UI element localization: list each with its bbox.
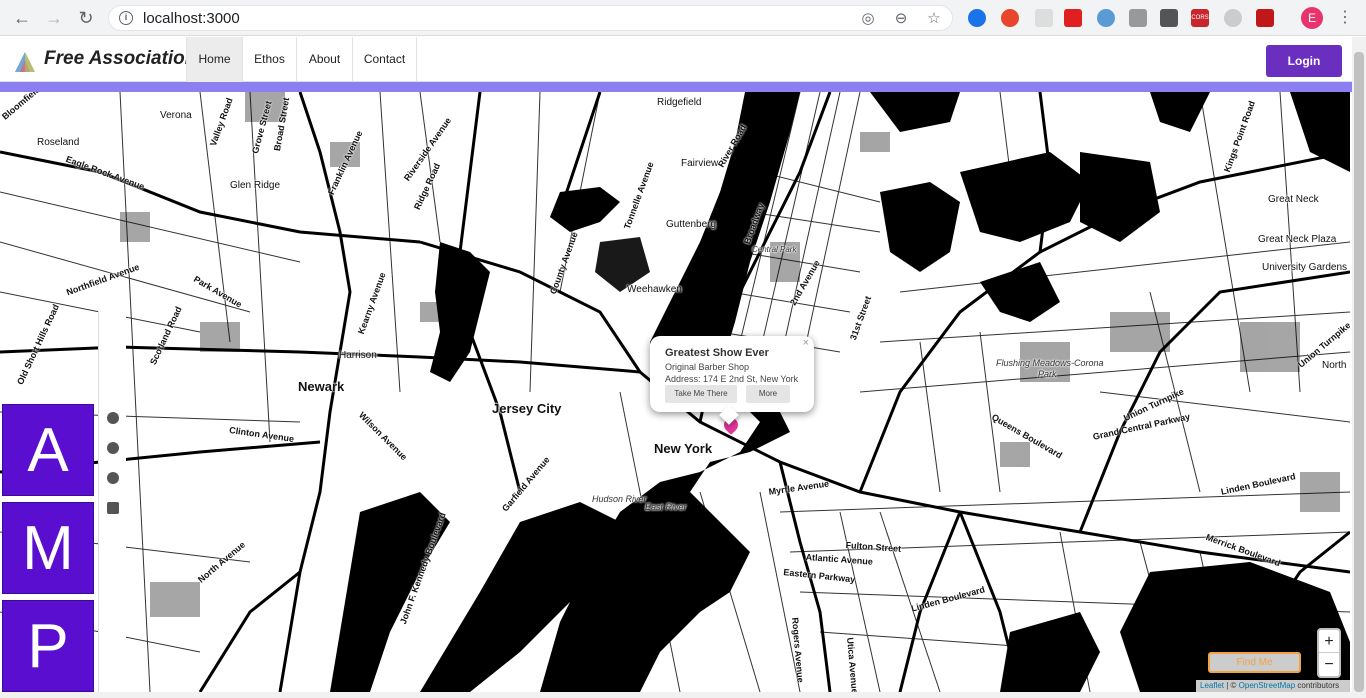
page-scrollbar[interactable] <box>1352 37 1366 698</box>
zoom-control: + − <box>1317 628 1341 678</box>
popup-venue: Original Barber Shop <box>665 362 750 372</box>
place-label: Glen Ridge <box>230 180 281 191</box>
tool-strip <box>98 311 126 698</box>
place-label: Newark <box>298 379 345 394</box>
zoom-out-button[interactable]: − <box>1319 653 1339 676</box>
place-label: Harrison <box>339 350 377 361</box>
event-popup: × Greatest Show Ever Original Barber Sho… <box>650 336 814 425</box>
amp-button-a[interactable]: A <box>2 404 94 496</box>
amp-button-m[interactable]: M <box>2 502 94 594</box>
extension-icon[interactable] <box>968 9 986 27</box>
place-label: Verona <box>160 110 192 121</box>
place-label: New York <box>654 441 713 456</box>
extension-icon[interactable] <box>1256 9 1274 27</box>
back-arrow-icon[interactable]: ← <box>10 6 34 30</box>
extension-icon[interactable] <box>1097 9 1115 27</box>
place-label: Great Neck <box>1268 194 1319 205</box>
place-label: Jersey City <box>492 401 562 416</box>
place-label: Fairview <box>681 158 719 169</box>
park-label: Park <box>1038 369 1057 379</box>
globe-icon[interactable] <box>107 412 119 424</box>
attribution-tail: contributors <box>1295 681 1340 690</box>
zoom-in-button[interactable]: + <box>1319 630 1339 653</box>
nav-contact[interactable]: Contact <box>352 37 417 82</box>
location-icon[interactable]: ◎ <box>859 10 877 28</box>
url-text[interactable]: localhost:3000 <box>143 10 240 27</box>
leaflet-link[interactable]: Leaflet <box>1200 681 1224 690</box>
osm-link[interactable]: OpenStreetMap <box>1239 681 1295 690</box>
scrollbar-thumb[interactable] <box>1354 52 1364 692</box>
place-label: North <box>1322 360 1347 371</box>
take-me-there-button[interactable]: Take Me There <box>665 385 737 403</box>
park-label: Central Park <box>752 245 797 254</box>
kebab-menu-icon[interactable]: ⋮ <box>1337 7 1353 29</box>
map-view[interactable]: New York Jersey City Newark Harrison Wee… <box>0 92 1350 692</box>
park-label: Flushing Meadows-Corona <box>996 358 1104 368</box>
nav-home[interactable]: Home <box>186 37 242 82</box>
reload-icon[interactable]: ↻ <box>74 6 98 30</box>
site-info-icon[interactable]: i <box>119 11 133 25</box>
forward-arrow-icon[interactable]: → <box>42 6 66 30</box>
close-icon[interactable]: × <box>803 337 809 349</box>
bottom-edge <box>0 692 1352 698</box>
place-label: Great Neck Plaza <box>1258 234 1337 245</box>
login-button[interactable]: Login <box>1266 45 1342 77</box>
cors-extension-icon[interactable]: CORS <box>1191 9 1209 27</box>
popup-title: Greatest Show Ever <box>665 347 769 359</box>
water-label: Hudson River <box>592 494 647 504</box>
bookmark-star-icon[interactable]: ☆ <box>925 10 943 28</box>
zoom-icon[interactable]: ⊖ <box>892 10 910 28</box>
extension-icon[interactable] <box>1001 9 1019 27</box>
profile-avatar[interactable]: E <box>1301 7 1323 29</box>
tag-icon[interactable] <box>107 502 119 514</box>
place-label: Roseland <box>37 137 80 148</box>
brand-name[interactable]: Free Associations <box>44 48 207 70</box>
browser-toolbar: ← → ↻ i localhost:3000 ◎ ⊖ ☆ CORS E ⋮ <box>0 0 1366 36</box>
app-header: Free Associations Home Ethos About Conta… <box>0 37 1352 82</box>
extension-icon[interactable] <box>1160 9 1178 27</box>
popup-address: Address: 174 E 2nd St, New York <box>665 374 799 384</box>
nav-about[interactable]: About <box>296 37 352 82</box>
clock-icon[interactable] <box>107 472 119 484</box>
extension-icon[interactable] <box>1224 9 1242 27</box>
place-label: University Gardens <box>1262 262 1348 273</box>
more-button[interactable]: More <box>746 385 790 403</box>
info-icon[interactable] <box>107 442 119 454</box>
place-label: Weehawken <box>627 284 682 295</box>
nav-ethos[interactable]: Ethos <box>242 37 296 82</box>
map-attribution: Leaflet | © OpenStreetMap contributors <box>1196 680 1350 692</box>
find-me-button[interactable]: Find Me <box>1208 652 1301 673</box>
place-label: Ridgefield <box>657 97 702 108</box>
extension-icon[interactable] <box>1035 9 1053 27</box>
amp-button-p[interactable]: P <box>2 600 94 692</box>
water-label: East River <box>645 502 687 512</box>
logo-icon[interactable] <box>13 50 37 79</box>
accent-stripe <box>0 82 1352 92</box>
extension-icon[interactable] <box>1129 9 1147 27</box>
address-bar[interactable]: i localhost:3000 ◎ ⊖ ☆ <box>108 5 953 31</box>
attribution-separator: | © <box>1224 681 1239 690</box>
extension-icon[interactable] <box>1064 9 1082 27</box>
place-label: Guttenberg <box>666 219 717 230</box>
